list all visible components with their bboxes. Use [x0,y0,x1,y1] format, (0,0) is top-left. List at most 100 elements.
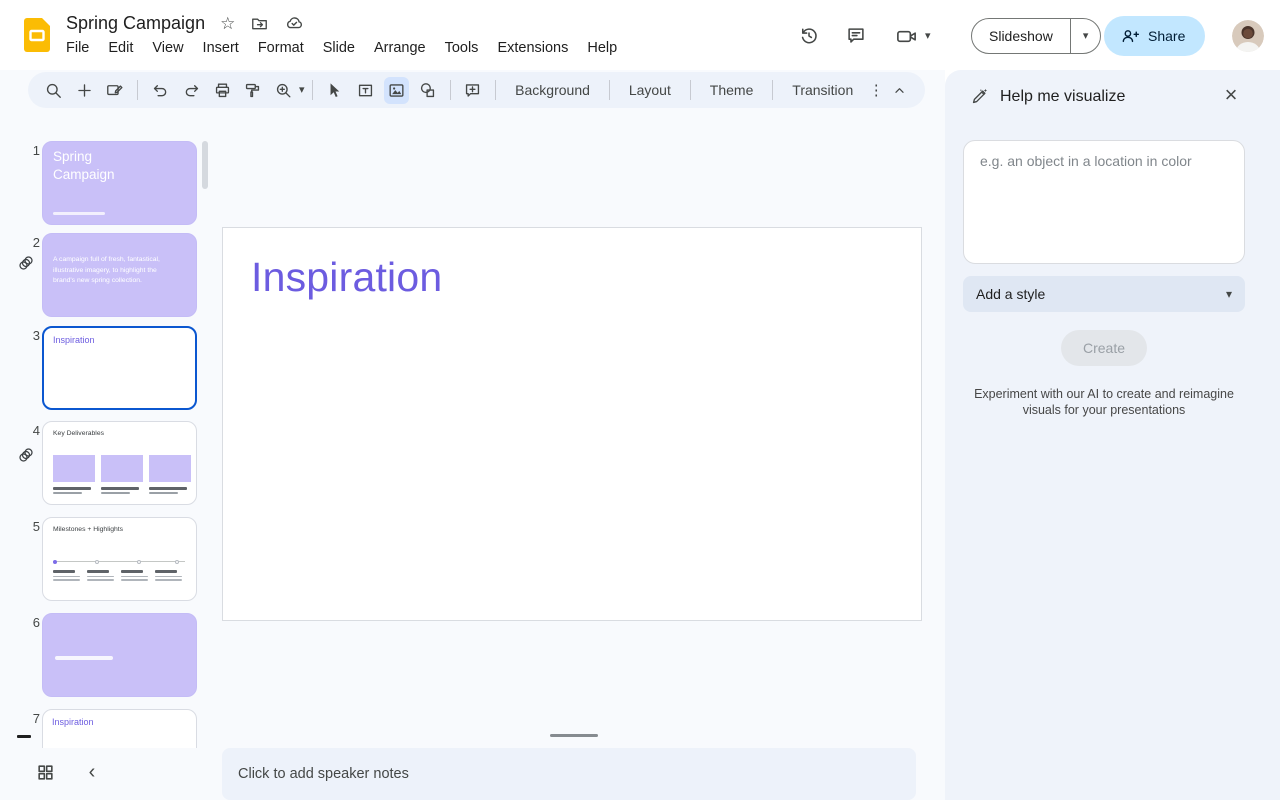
thumb-body-text: A campaign full of fresh, fantastical, i… [53,255,167,287]
slide-thumbnail-6[interactable] [42,613,197,697]
slides-logo-icon[interactable] [24,18,50,52]
slide-number: 7 [26,711,40,726]
menu-arrange[interactable]: Arrange [374,40,426,56]
slide-thumbnail-2[interactable]: A campaign full of fresh, fantastical, i… [42,233,197,317]
add-style-label: Add a style [976,286,1045,302]
insert-shape-icon[interactable] [415,77,440,104]
thumb-caption-bars [53,487,191,494]
slide-thumbnail-5[interactable]: Milestones + Highlights [42,517,197,601]
add-comment-icon[interactable] [460,77,485,104]
thumb-title: Key Deliverables [53,430,104,437]
style-caret-icon: ▾ [1226,288,1232,300]
insert-image-icon[interactable] [384,77,409,104]
main-toolbar: ▾ Background Layout Theme Transition ⋮ [28,72,925,108]
add-style-dropdown[interactable]: Add a style ▾ [963,276,1245,312]
share-button[interactable]: Share [1104,16,1205,56]
new-slide-icon[interactable] [72,77,97,104]
panel-header: Help me visualize [970,87,1125,106]
slide-title-text[interactable]: Inspiration [251,254,442,301]
star-icon[interactable]: ☆ [220,15,235,32]
thumb-timeline [53,561,185,562]
toolbar-divider [137,80,138,100]
slide-thumbnail-7[interactable]: Inspiration [42,709,197,748]
menu-file[interactable]: File [66,40,89,56]
menu-insert[interactable]: Insert [203,40,239,56]
thumb-text-bar [55,656,113,660]
panel-title: Help me visualize [1000,88,1125,106]
redo-icon[interactable] [179,77,204,104]
help-me-visualize-panel: Help me visualize × Add a style ▾ Create… [945,70,1280,800]
search-menus-icon[interactable] [41,77,66,104]
menu-view[interactable]: View [152,40,183,56]
google-slides-app: Spring Campaign ☆ File Edit View Insert … [0,0,1280,800]
document-header: Spring Campaign ☆ File Edit View Insert … [66,10,617,56]
move-folder-icon[interactable] [250,14,269,33]
rings-indicator-icon [16,445,36,465]
slide-canvas[interactable]: Inspiration [222,227,922,621]
share-people-icon [1120,26,1140,46]
menu-bar: File Edit View Insert Format Slide Arran… [66,40,617,56]
menu-slide[interactable]: Slide [323,40,355,56]
templates-icon[interactable] [103,77,128,104]
menu-extensions[interactable]: Extensions [497,40,568,56]
menu-help[interactable]: Help [587,40,617,56]
grid-view-icon[interactable] [36,763,55,782]
collapse-toolbar-icon[interactable] [887,77,912,104]
collapse-filmstrip-icon[interactable]: ‹ [84,761,100,783]
more-options-icon[interactable]: ⋮ [865,81,887,99]
slide-thumbnail-4[interactable]: Key Deliverables [42,421,197,505]
paint-format-icon[interactable] [241,77,266,104]
document-title[interactable]: Spring Campaign [66,13,205,34]
thumb-subtitle-bar [53,212,105,215]
filmstrip-scrollbar[interactable] [202,141,208,189]
speaker-notes-placeholder: Click to add speaker notes [238,766,409,782]
transition-button[interactable]: Transition [780,82,865,98]
camera-icon [895,25,918,48]
toolbar-divider [772,80,773,100]
notes-resize-handle[interactable] [550,734,598,737]
thumb-title: Inspiration [52,717,94,727]
slideshow-caret-icon[interactable]: ▾ [1071,19,1101,53]
slide-number: 5 [26,519,40,534]
camera-caret-icon[interactable]: ▾ [925,31,931,42]
theme-button[interactable]: Theme [698,82,766,98]
undo-icon[interactable] [148,77,173,104]
comments-icon[interactable] [845,25,867,47]
thumb-title: Milestones + Highlights [53,526,123,533]
background-button[interactable]: Background [503,82,602,98]
menu-tools[interactable]: Tools [445,40,479,56]
menu-format[interactable]: Format [258,40,304,56]
slide-number: 1 [26,143,40,158]
account-avatar[interactable] [1232,20,1264,52]
text-box-icon[interactable] [353,77,378,104]
create-button[interactable]: Create [1061,330,1147,366]
slide-thumbnail-3-selected[interactable]: Inspiration [42,326,197,410]
visualize-prompt-input[interactable] [963,140,1245,264]
slideshow-button[interactable]: Slideshow [972,19,1070,53]
panel-caption: Experiment with our AI to create and rei… [973,386,1235,418]
speaker-notes-bar[interactable]: Click to add speaker notes [222,748,916,800]
share-label: Share [1148,28,1185,44]
menu-edit[interactable]: Edit [108,40,133,56]
toolbar-divider [312,80,313,100]
create-label: Create [1083,340,1125,356]
layout-button[interactable]: Layout [617,82,683,98]
zoom-icon[interactable] [271,77,296,104]
toolbar-divider [450,80,451,100]
filmstrip-indicator [17,735,31,738]
thumb-image-placeholders [53,455,191,482]
thumb-title: Spring Campaign [53,148,145,184]
version-history-icon[interactable] [798,25,820,47]
cloud-status-icon[interactable] [284,13,304,33]
close-panel-icon[interactable]: × [1218,82,1244,108]
select-cursor-icon[interactable] [323,77,348,104]
zoom-caret-icon[interactable]: ▾ [299,85,305,96]
magic-pencil-icon [970,87,989,106]
thumb-title: Inspiration [53,335,95,345]
meet-presentation-button[interactable]: ▾ [895,25,931,48]
print-icon[interactable] [210,77,235,104]
slide-number: 6 [26,615,40,630]
slide-thumbnail-1[interactable]: Spring Campaign [42,141,197,225]
toolbar-divider [609,80,610,100]
thumb-text-columns [53,570,183,583]
